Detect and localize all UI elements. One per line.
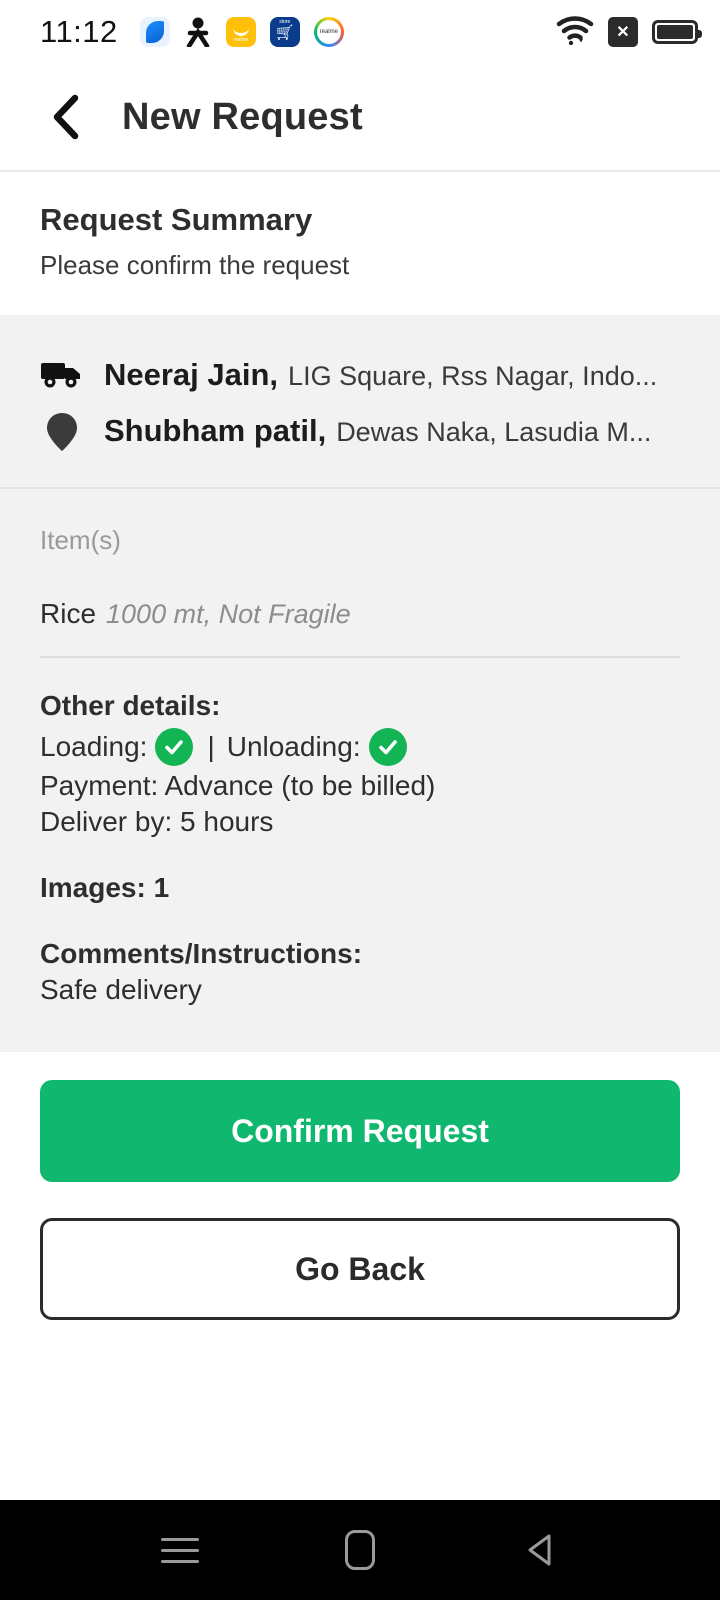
pickup-address-text: Neeraj Jain, LIG Square, Rss Nagar, Indo.… (104, 357, 657, 393)
drop-address-row[interactable]: Shubham patil, Dewas Naka, Lasudia M... (40, 409, 680, 453)
summary-subtitle: Please confirm the request (40, 250, 350, 280)
realme-store-icon (225, 17, 256, 47)
address-block: Neeraj Jain, LIG Square, Rss Nagar, Indo.… (0, 315, 720, 487)
items-block: Item(s) Rice 1000 mt, Not Fragile (0, 489, 720, 658)
pickup-address-row[interactable]: Neeraj Jain, LIG Square, Rss Nagar, Indo.… (40, 357, 680, 393)
items-label: Item(s) (40, 525, 121, 555)
other-details-title: Other details: (40, 690, 221, 721)
page-title: New Request (122, 95, 363, 138)
home-glyph (345, 1530, 375, 1570)
go-back-button[interactable]: Go Back (40, 1218, 680, 1320)
realme-community-icon (313, 17, 344, 47)
unloading-label: Unloading: (226, 731, 361, 762)
battery-full-icon (652, 20, 702, 44)
item-meta: 1000 mt, Not Fragile (106, 599, 351, 629)
battery-level-fill (657, 25, 693, 39)
comments-value: Safe delivery (40, 974, 202, 1005)
item-name: Rice (40, 598, 97, 629)
app-bar: New Request (0, 64, 720, 172)
comments-title: Comments/Instructions: (40, 938, 363, 969)
loading-label: Loading: (40, 731, 148, 762)
recents-icon[interactable] (135, 1515, 225, 1585)
request-details-card: Neeraj Jain, LIG Square, Rss Nagar, Indo.… (0, 315, 720, 1052)
pickup-contact-name: Neeraj Jain, (104, 357, 279, 392)
summary-title: Request Summary (40, 202, 313, 237)
messages-app-icon (139, 17, 170, 47)
loading-check-icon (155, 728, 194, 766)
loading-separator: | (207, 731, 215, 762)
drop-contact-name: Shubham patil, (104, 413, 327, 448)
home-icon[interactable] (315, 1515, 405, 1585)
map-pin-icon (40, 409, 84, 453)
phone-screen: 11:12 ✕ (0, 0, 720, 1600)
android-nav-bar (0, 1500, 720, 1600)
empty-space (0, 1320, 720, 1500)
back-glyph (528, 1534, 551, 1566)
payment-line: Payment: Advance (to be billed) (40, 770, 436, 801)
unloading-check-icon (368, 728, 407, 766)
drop-address-detail: Dewas Naka, Lasudia M... (336, 417, 652, 447)
request-summary-header: Request Summary Please confirm the reque… (0, 172, 720, 315)
deliver-by-line: Deliver by: 5 hours (40, 806, 274, 837)
sim-no-service-icon: ✕ (608, 17, 638, 47)
drop-address-text: Shubham patil, Dewas Naka, Lasudia M... (104, 413, 651, 449)
loading-unloading-row: Loading: | Unloading: (40, 728, 680, 766)
recents-glyph (161, 1530, 199, 1571)
other-details-block: Other details: Loading: | Unloading: Pay… (0, 658, 720, 1052)
pickup-address-detail: LIG Square, Rss Nagar, Indo... (288, 361, 658, 391)
action-buttons: Confirm Request Go Back (0, 1052, 720, 1320)
confirm-request-button[interactable]: Confirm Request (40, 1080, 680, 1182)
back-icon[interactable] (495, 1515, 585, 1585)
status-bar-clock: 11:12 (40, 14, 118, 49)
item-row: Rice 1000 mt, Not Fragile (40, 598, 680, 630)
truck-icon (40, 360, 84, 390)
status-bar-notification-icons (139, 17, 344, 47)
back-arrow-icon[interactable] (40, 91, 92, 143)
status-bar: 11:12 ✕ (0, 0, 720, 64)
shopping-app-icon (269, 17, 300, 47)
status-bar-system-icons: ✕ (556, 15, 702, 50)
images-line: Images: 1 (40, 872, 170, 903)
person-icon (184, 17, 212, 47)
wifi-icon (556, 15, 594, 50)
